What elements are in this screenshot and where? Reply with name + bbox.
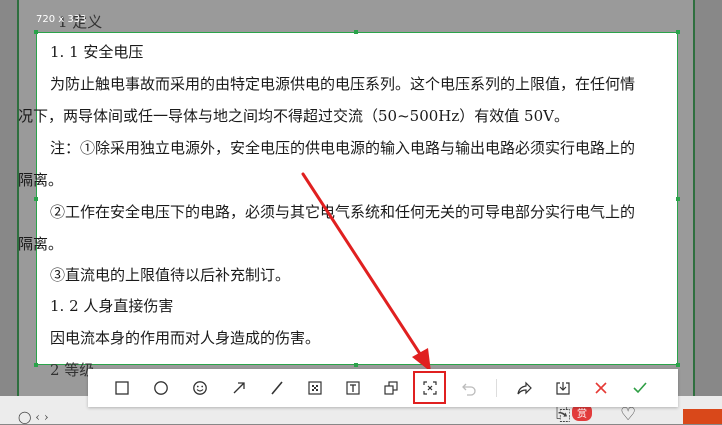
action-tab[interactable] [683,409,722,424]
text-line: 注：①除采用独立电源外，安全电压的供电电源的输入电路与输出电路必须实行电路上的 [50,139,636,157]
share-button[interactable] [514,378,534,398]
rectangle-icon [115,381,129,395]
text-line: 隔离。 [18,171,64,189]
text-line: 况下，两导体间或任一导体与地之间均不得超过交流（50~500Hz）有效值 50V… [18,107,569,125]
mosaic-tool[interactable] [305,378,325,398]
confirm-button[interactable] [630,378,650,398]
line-tool[interactable] [267,378,287,398]
text-icon [346,381,360,395]
toolbar-separator [496,379,497,397]
cancel-button[interactable] [591,378,611,398]
section-heading: 1. 1 安全电压 [50,43,144,61]
undo-icon [462,383,476,396]
close-icon [595,382,607,394]
check-icon [633,382,647,394]
text-line: 隔离。 [18,235,64,253]
arrow-tool[interactable] [229,378,249,398]
ocr-tool[interactable] [420,378,440,398]
undo-button[interactable] [459,378,479,398]
rectangle-tool[interactable] [112,378,132,398]
text-tool[interactable] [343,378,363,398]
text-line: 因电流本身的作用而对人身造成的伤害。 [50,329,321,347]
resize-handle-l[interactable] [34,197,38,201]
resize-handle-r[interactable] [676,197,680,201]
text-line: ③直流电的上限值待以后补充制订。 [50,266,291,284]
share-icon [517,381,532,395]
resize-handle-br[interactable] [676,363,680,367]
resize-handle-b[interactable] [354,363,358,367]
resize-handle-tr[interactable] [676,30,680,34]
save-button[interactable] [553,378,573,398]
page-edge-left [17,0,19,424]
section-heading: 1. 2 人身直接伤害 [50,297,174,315]
ellipse-tool[interactable] [151,378,171,398]
arrow-icon [233,382,245,394]
smiley-icon [193,381,207,395]
heart-icon[interactable]: ♡ [620,404,636,425]
selection-dimension-label: 720 x 333 [36,14,87,25]
pin-tool[interactable] [381,378,401,398]
mosaic-icon [308,381,322,395]
page-nav-icon[interactable]: ◯ ‹ › [18,410,49,424]
pin-icon [384,381,398,395]
resize-handle-t[interactable] [354,30,358,34]
resize-handle-tl[interactable] [34,30,38,34]
screenshot-toolbar [88,369,678,407]
pen-line-icon [271,381,283,395]
circle-icon [154,381,168,395]
text-line: 为防止触电事故而采用的由特定电源供电的电压系列。这个电压系列的上限值，在任何情 [50,75,636,93]
text-recognition-icon [423,381,437,395]
download-icon [556,382,570,395]
page-edge-right [693,0,695,424]
resize-handle-bl[interactable] [34,363,38,367]
emoji-tool[interactable] [190,378,210,398]
share-icon[interactable]: ⎘ [556,404,570,425]
text-line: ②工作在安全电压下的电路，必须与其它电气系统和任何无关的可导电部分实行电气上的 [50,203,636,221]
